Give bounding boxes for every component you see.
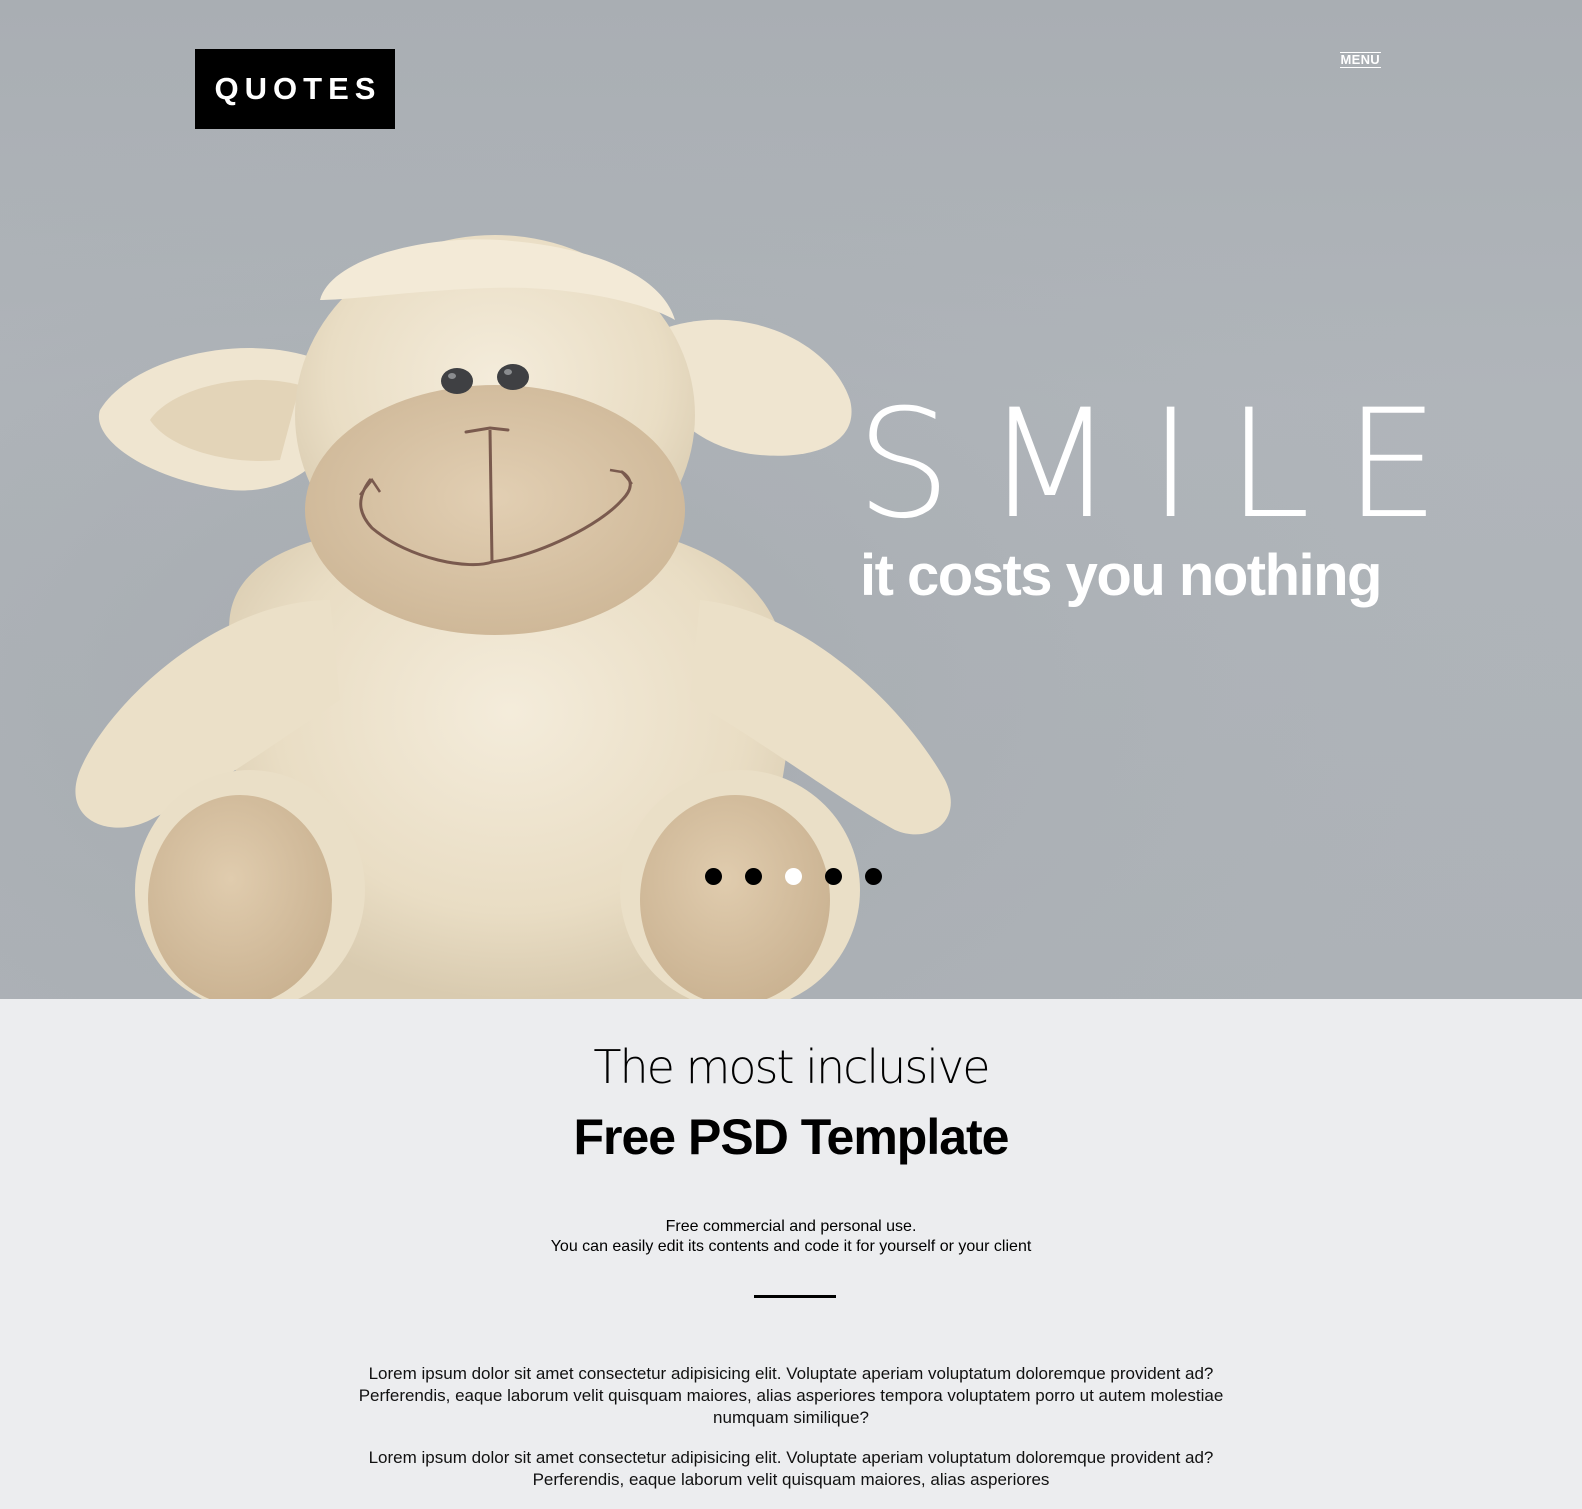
usage-line-1: Free commercial and personal use.: [665, 1218, 917, 1235]
menu-button[interactable]: MENU: [1339, 52, 1381, 68]
body-text: Lorem ipsum dolor sit amet consectetur a…: [330, 1363, 1252, 1509]
slider-dot-5[interactable]: [865, 868, 882, 885]
slider-dot-3[interactable]: [785, 868, 802, 885]
hero-title: SMILE: [856, 378, 1474, 552]
intro-heading-bold: Free PSD Template: [573, 1109, 1009, 1165]
slider-pagination: [705, 868, 882, 885]
paragraph-1: Lorem ipsum dolor sit amet consectetur a…: [358, 1364, 1224, 1427]
usage-line-2: You can easily edit its contents and cod…: [550, 1238, 1032, 1255]
paragraph-2: Lorem ipsum dolor sit amet consectetur a…: [368, 1448, 1214, 1489]
slider-dot-1[interactable]: [705, 868, 722, 885]
slider-dot-4[interactable]: [825, 868, 842, 885]
slider-dot-2[interactable]: [745, 868, 762, 885]
quotes-logo[interactable]: QUOTES: [195, 49, 395, 129]
hero-subtitle: it costs you nothing: [860, 543, 1382, 608]
hero-section: QUOTES MENU SMILE it costs you nothing: [0, 0, 1582, 999]
intro-section: The most inclusive Free PSD Template Fre…: [0, 999, 1582, 1489]
section-divider: [754, 1295, 836, 1298]
intro-heading-light: The most inclusive: [593, 1040, 990, 1094]
usage-text: Free commercial and personal use. You ca…: [0, 1217, 1582, 1257]
